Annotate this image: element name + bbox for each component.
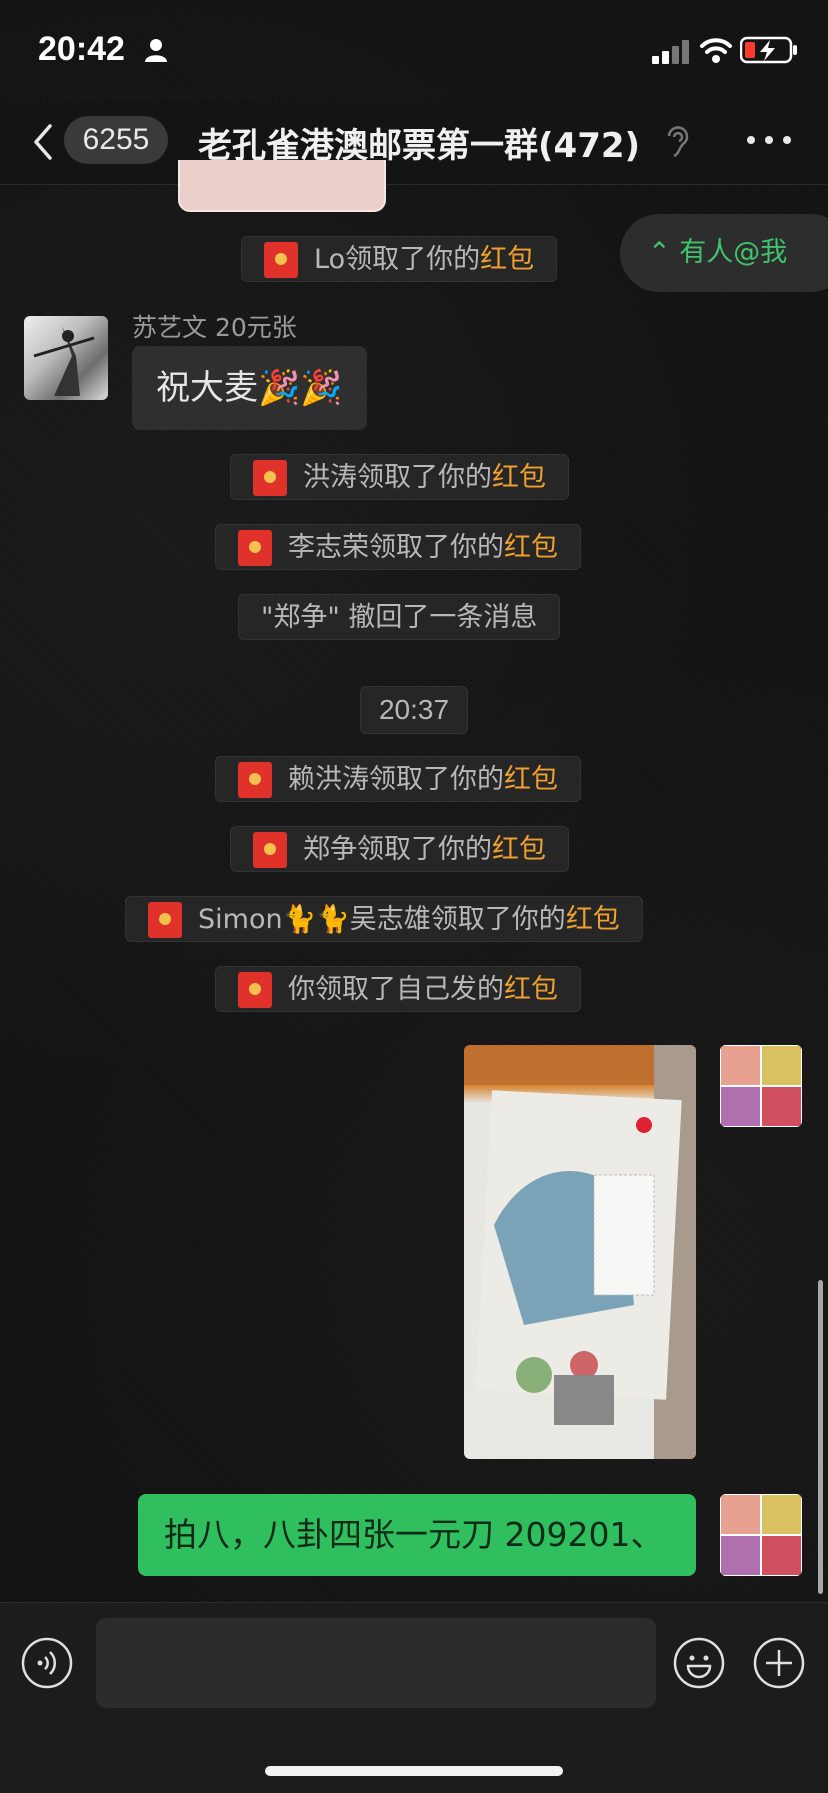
signal-icon <box>652 40 689 64</box>
red-packet-notice[interactable]: 赖洪涛领取了你的红包 <box>215 756 581 802</box>
red-packet-icon <box>264 242 298 278</box>
home-indicator <box>265 1766 563 1776</box>
red-packet-icon <box>253 460 287 496</box>
unread-count-badge[interactable]: 6255 <box>64 116 168 164</box>
message-input[interactable] <box>96 1618 656 1708</box>
avatar-self[interactable] <box>720 1494 802 1576</box>
scrollbar[interactable] <box>818 1280 823 1594</box>
status-time: 20:42 <box>38 30 125 68</box>
person-icon <box>145 39 167 62</box>
more-icon[interactable] <box>745 130 793 150</box>
red-packet-notice[interactable]: Simon🐈🐈吴志雄领取了你的红包 <box>125 896 643 942</box>
red-packet-notice[interactable]: 郑争领取了你的红包 <box>230 826 569 872</box>
previous-image-fragment[interactable] <box>178 160 386 212</box>
avatar[interactable] <box>24 316 108 400</box>
avatar-self[interactable] <box>720 1045 802 1127</box>
mention-me-button[interactable]: ⌃ 有人@我 <box>620 214 828 292</box>
red-packet-notice[interactable]: 你领取了自己发的红包 <box>215 966 581 1012</box>
ear-icon <box>667 126 689 158</box>
red-packet-icon <box>238 530 272 566</box>
battery-icon <box>740 36 797 64</box>
red-packet-notice[interactable]: Lo领取了你的红包 <box>241 236 558 282</box>
image-message[interactable] <box>464 1045 696 1459</box>
red-packet-icon <box>253 832 287 868</box>
red-packet-icon <box>238 972 272 1008</box>
timestamp: 20:37 <box>360 686 468 734</box>
back-icon[interactable] <box>28 122 58 162</box>
avatar-image <box>33 326 95 396</box>
stamp-photo <box>464 1045 696 1459</box>
recall-notice: "郑争" 撤回了一条消息 <box>238 594 561 640</box>
voice-icon[interactable] <box>20 1636 74 1690</box>
red-packet-icon <box>148 902 182 938</box>
emoji-icon[interactable] <box>672 1636 726 1690</box>
plus-icon[interactable] <box>752 1636 806 1690</box>
sender-name: 苏艺文 20元张 <box>132 313 297 342</box>
red-packet-icon <box>238 762 272 798</box>
self-message-bubble[interactable]: 拍八，八卦四张一元刀 209201、 <box>138 1494 696 1576</box>
message-bubble[interactable]: 祝大麦🎉🎉 <box>132 346 367 430</box>
wifi-icon <box>700 38 732 63</box>
red-packet-notice[interactable]: 洪涛领取了你的红包 <box>230 454 569 500</box>
red-packet-notice[interactable]: 李志荣领取了你的红包 <box>215 524 581 570</box>
